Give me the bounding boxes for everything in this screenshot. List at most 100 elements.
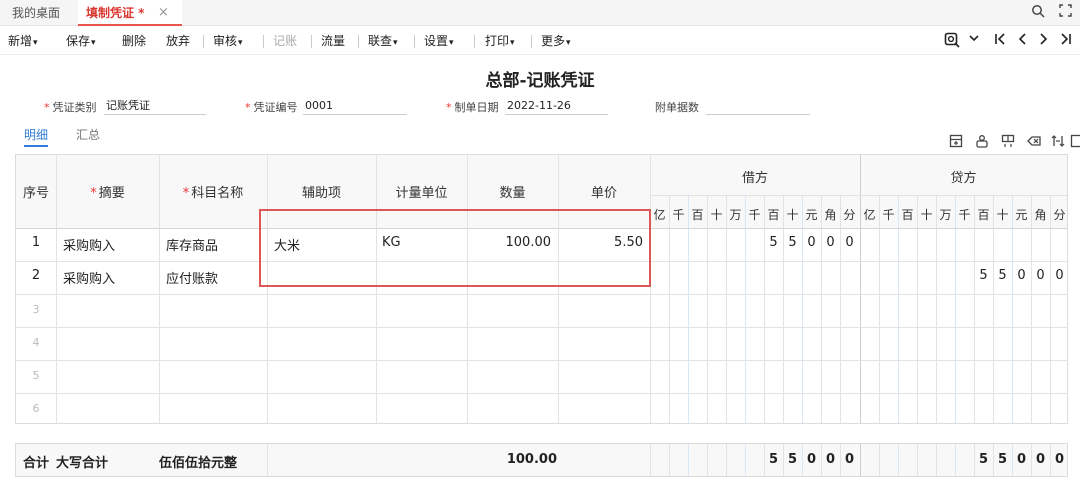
credit-digit-header: 分 (1053, 208, 1066, 222)
debit-digit-header: 十 (786, 208, 799, 222)
debit-digit[interactable]: 0 (822, 235, 839, 250)
insert-row-icon[interactable] (948, 134, 964, 150)
tab-desktop[interactable]: 我的桌面 (12, 0, 60, 26)
digit-col-line (821, 195, 822, 423)
column-header-account: * 科目名称 (182, 186, 244, 201)
digit-col-line (726, 195, 727, 423)
row-seq: 6 (32, 402, 40, 415)
audit-button[interactable]: 审核▾ (213, 27, 243, 55)
row-summary-cell[interactable]: 采购购入 (63, 235, 115, 254)
row-account-cell[interactable]: 库存商品 (166, 235, 218, 254)
date-field[interactable]: 2022-11-26 (505, 97, 608, 115)
post-button[interactable]: 记账 (273, 27, 297, 55)
previous-record-icon[interactable] (1014, 32, 1030, 50)
column-header-debit: 借方 (741, 171, 768, 186)
digit-col-line (783, 195, 784, 423)
next-record-icon[interactable] (1036, 32, 1052, 50)
chevron-down-icon[interactable] (966, 32, 982, 50)
digit-col-line (936, 195, 937, 423)
flow-button[interactable]: 流量 (321, 27, 345, 55)
credit-digit-header: 角 (1034, 208, 1047, 222)
debit-digit[interactable]: 0 (841, 235, 858, 250)
debit-digit[interactable]: 0 (803, 235, 820, 250)
page-title: 总部-记账凭证 (485, 71, 595, 91)
digit-col-line (688, 444, 689, 476)
digit-col-line (764, 195, 765, 423)
highlight-box (259, 209, 651, 287)
grid-row-line (16, 360, 1067, 361)
debit-digit-header: 百 (767, 208, 780, 222)
debit-digit-header: 万 (729, 208, 742, 222)
totals-row: 合计 大写合计 伍佰伍拾元整 100.00 5500055000 (15, 443, 1068, 477)
debit-digit-header: 角 (824, 208, 837, 222)
split-row-icon[interactable] (1000, 134, 1016, 150)
first-record-icon[interactable] (992, 32, 1008, 50)
tab-detail[interactable]: 明细 (24, 125, 49, 147)
voucher-no-label: * 凭证编号 (245, 101, 298, 114)
digit-col-line (917, 444, 918, 476)
row-summary-cell[interactable]: 采购购入 (63, 268, 115, 287)
search-icon[interactable] (1030, 4, 1046, 20)
attachments-label: 附单据数 (655, 101, 699, 114)
close-icon[interactable]: × (158, 0, 169, 26)
grid-row-line (16, 393, 1067, 394)
more-row-options-icon[interactable] (1070, 134, 1080, 150)
tab-summary[interactable]: 汇总 (76, 125, 100, 147)
voucher-no-field[interactable]: 0001 (303, 97, 407, 115)
toolbar-separator (263, 35, 264, 48)
tab-bar: 我的桌面 填制凭证 * × (0, 0, 1080, 26)
grid-row-line (16, 327, 1067, 328)
credit-digit-header: 百 (977, 208, 990, 222)
swap-rows-icon[interactable] (1050, 134, 1066, 150)
toolbar-separator (311, 35, 312, 48)
credit-digit[interactable]: 5 (994, 268, 1011, 283)
credit-digit[interactable]: 0 (1013, 268, 1030, 283)
print-button[interactable]: 打印▾ (485, 27, 515, 55)
credit-digit[interactable]: 0 (1032, 268, 1049, 283)
linked-query-button[interactable]: 联查▾ (368, 27, 398, 55)
more-button[interactable]: 更多▾ (541, 27, 571, 55)
debit-digit[interactable]: 5 (765, 235, 782, 250)
last-record-icon[interactable] (1058, 32, 1074, 50)
digit-col-line (688, 195, 689, 423)
grid-row-line (650, 195, 1067, 196)
column-header-price: 单价 (590, 186, 617, 201)
toolbar-separator (358, 35, 359, 48)
voucher-type-field[interactable]: 记账凭证 (104, 97, 206, 115)
attachments-field[interactable] (706, 97, 810, 115)
delete-row-icon[interactable] (1026, 134, 1042, 150)
uppercase-total-value: 伍佰伍拾元整 (159, 456, 238, 471)
grid-row-line (16, 294, 1067, 295)
debit-digit-header: 百 (691, 208, 704, 222)
debit-digit-header: 亿 (653, 208, 666, 222)
debit-digit-header: 元 (805, 208, 818, 222)
debit-digit-header: 十 (710, 208, 723, 222)
column-header-credit: 贷方 (950, 171, 977, 186)
toolbar-separator (414, 35, 415, 48)
digit-col-line (974, 195, 975, 423)
row-account-cell[interactable]: 应付账款 (166, 268, 218, 287)
credit-digit-header: 千 (882, 208, 895, 222)
delete-button[interactable]: 删除 (122, 27, 146, 55)
credit-digit[interactable]: 0 (1051, 268, 1068, 283)
maximize-icon[interactable] (1057, 4, 1073, 20)
discard-button[interactable]: 放弃 (166, 27, 190, 55)
total-credit-digit: 0 (1054, 452, 1065, 467)
total-debit-digit: 0 (825, 452, 836, 467)
search-voucher-icon[interactable] (944, 32, 960, 50)
column-header-unit: 计量单位 (395, 186, 448, 201)
column-header-aux: 辅助项 (301, 186, 341, 201)
copy-row-icon[interactable] (974, 134, 990, 150)
digit-col-line (669, 444, 670, 476)
digit-col-line (879, 444, 880, 476)
toolbar: 新增▾ 保存▾ 删除 放弃 审核▾ 记账 流量 联查▾ 设置▾ 打印▾ 更多▾ (0, 27, 1080, 55)
debit-digit[interactable]: 5 (784, 235, 801, 250)
settings-button[interactable]: 设置▾ (424, 27, 454, 55)
add-button[interactable]: 新增▾ (8, 27, 38, 55)
debit-digit-header: 千 (748, 208, 761, 222)
credit-digit[interactable]: 5 (975, 268, 992, 283)
tab-voucher-entry[interactable]: 填制凭证 * × (78, 0, 182, 26)
digit-col-line (1031, 195, 1032, 423)
digit-col-line (898, 195, 899, 423)
save-button[interactable]: 保存▾ (66, 27, 96, 55)
